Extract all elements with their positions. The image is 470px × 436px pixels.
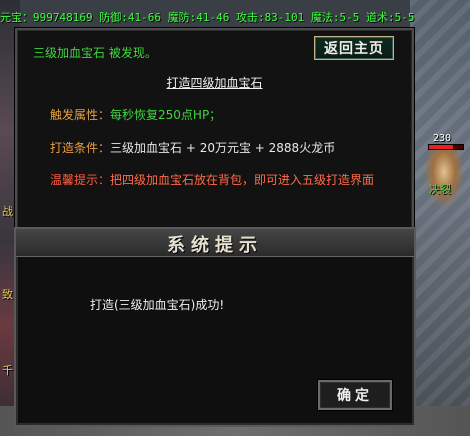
effect-row: 触发属性：每秒恢复250点HP； [50,106,221,123]
character-name[interactable]: 决裂 [429,181,451,197]
left-edge-text: 千 [2,364,13,377]
game-scene: 战 致 千 230 决裂 元宝：999748169 防御:41-66 魔防:41… [0,0,470,436]
dialog-title-bar: 系统提示 [16,229,414,257]
return-home-button[interactable]: 返回主页 [314,36,394,60]
condition-row: 打造条件：三级加血宝石 + 20万元宝 + 2888火龙币 [50,139,335,156]
effect-value: 每秒恢复250点HP； [110,108,222,122]
craft-gem-link[interactable]: 打造四级加血宝石 [17,74,412,91]
condition-label: 打造条件： [50,141,111,155]
left-edge-text: 战 [2,205,13,218]
character-hp-text: 230 [433,133,452,144]
dialog-title: 系统提示 [167,235,263,256]
tip-value: 把四级加血宝石放在背包，即可进入五级打造界面 [110,173,375,187]
player-stats-bar: 元宝：999748169 防御:41-66 魔防:41-46 攻击:83-101… [0,11,415,24]
confirm-button[interactable]: 确定 [318,380,392,410]
player-character[interactable] [424,148,464,208]
character-hp-fill [429,145,453,149]
condition-value: 三级加血宝石 + 20万元宝 + 2888火龙币 [110,141,336,155]
found-notice: 三级加血宝石 被发现。 [33,46,157,60]
gem-craft-dialog: 三级加血宝石 被发现。 返回主页 打造四级加血宝石 触发属性：每秒恢复250点H… [15,28,414,236]
system-prompt-dialog: 系统提示 打造(三级加血宝石)成功! 确定 [14,227,416,427]
left-edge-text: 致 [2,288,13,301]
tip-label: 温馨提示： [50,173,111,187]
tip-row: 温馨提示：把四级加血宝石放在背包，即可进入五级打造界面 [50,171,374,188]
scene-right-edge [410,0,470,436]
character-hp-bar [428,144,464,150]
dialog-message: 打造(三级加血宝石)成功! [90,298,225,312]
effect-label: 触发属性： [50,108,111,122]
